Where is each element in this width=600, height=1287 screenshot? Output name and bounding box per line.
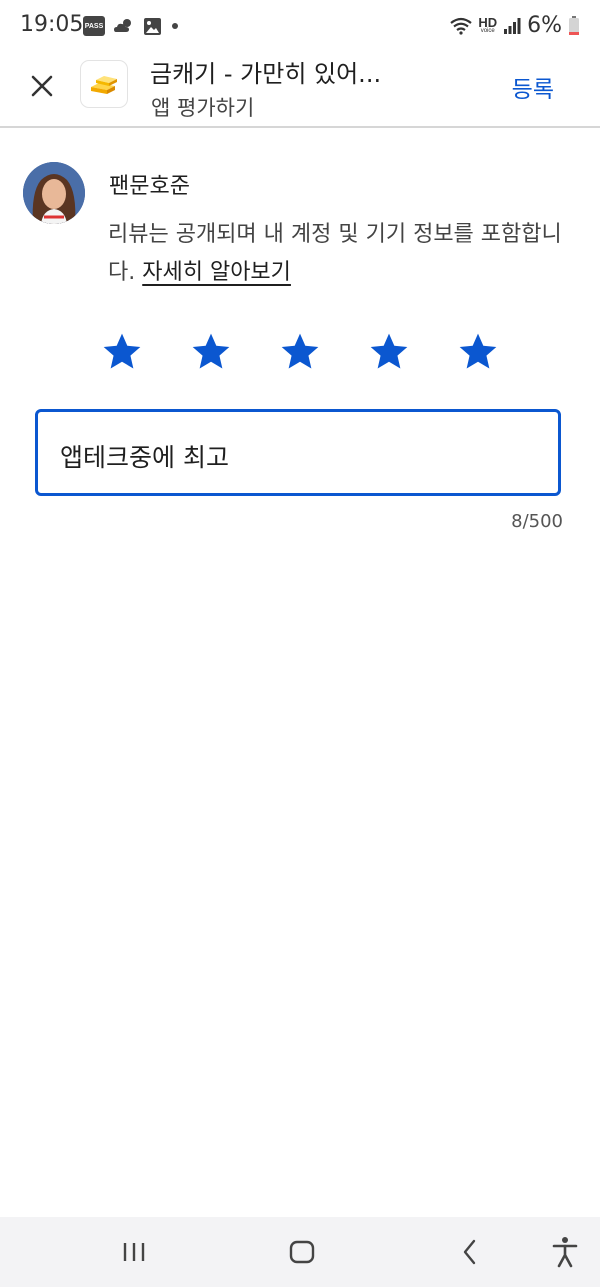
accessibility-button[interactable] bbox=[550, 1235, 580, 1273]
battery-percentage: 6% bbox=[527, 13, 562, 38]
page-subtitle: 앱 평가하기 bbox=[151, 96, 255, 120]
star-icon[interactable] bbox=[367, 330, 411, 374]
pass-app-icon: PASS bbox=[83, 16, 105, 36]
avatar bbox=[23, 162, 85, 224]
review-disclosure: 리뷰는 공개되며 내 계정 및 기기 정보를 포함합니다. 자세히 알아보기 bbox=[108, 216, 568, 292]
wifi-icon bbox=[450, 17, 472, 35]
app-icon bbox=[80, 60, 128, 108]
app-title: 금캐기 - 가만히 있어... bbox=[150, 60, 382, 88]
star-icon[interactable] bbox=[278, 330, 322, 374]
battery-icon bbox=[569, 15, 579, 35]
status-notification-icons: PASS bbox=[83, 16, 180, 36]
star-icon[interactable] bbox=[456, 330, 500, 374]
home-button[interactable] bbox=[286, 1235, 318, 1273]
review-text-field[interactable]: 앱테크중에 최고 bbox=[35, 409, 561, 496]
star-icon[interactable] bbox=[100, 330, 144, 374]
status-time: 19:05 bbox=[20, 12, 84, 37]
weather-icon bbox=[114, 19, 131, 32]
close-button[interactable] bbox=[24, 68, 60, 104]
recent-apps-icon bbox=[123, 1243, 145, 1261]
status-bar: 19:05 PASS HD voice 6% bbox=[0, 0, 600, 54]
back-button[interactable] bbox=[455, 1235, 485, 1273]
star-rating bbox=[100, 330, 500, 374]
hd-voice-badge: HD voice bbox=[478, 14, 498, 34]
back-icon bbox=[463, 1239, 476, 1265]
app-header: 금캐기 - 가만히 있어... 앱 평가하기 등록 bbox=[0, 54, 600, 128]
status-system-icons: HD voice 6% bbox=[450, 13, 580, 38]
close-icon bbox=[31, 75, 53, 97]
review-text-value: 앱테크중에 최고 bbox=[60, 443, 229, 472]
submit-button[interactable]: 등록 bbox=[512, 70, 554, 104]
learn-more-link[interactable]: 자세히 알아보기 bbox=[142, 260, 291, 285]
accessibility-icon bbox=[552, 1237, 578, 1268]
signal-icon bbox=[504, 17, 521, 34]
navigation-bar bbox=[0, 1217, 600, 1287]
reviewer-name: 팬문호준 bbox=[109, 174, 190, 199]
more-notifications-dot-icon bbox=[172, 23, 178, 29]
character-counter: 8/500 bbox=[511, 511, 563, 532]
gold-bars-icon bbox=[91, 76, 117, 94]
home-icon bbox=[289, 1240, 315, 1264]
gallery-icon bbox=[144, 17, 161, 35]
star-icon[interactable] bbox=[189, 330, 233, 374]
recent-apps-button[interactable] bbox=[120, 1235, 148, 1273]
